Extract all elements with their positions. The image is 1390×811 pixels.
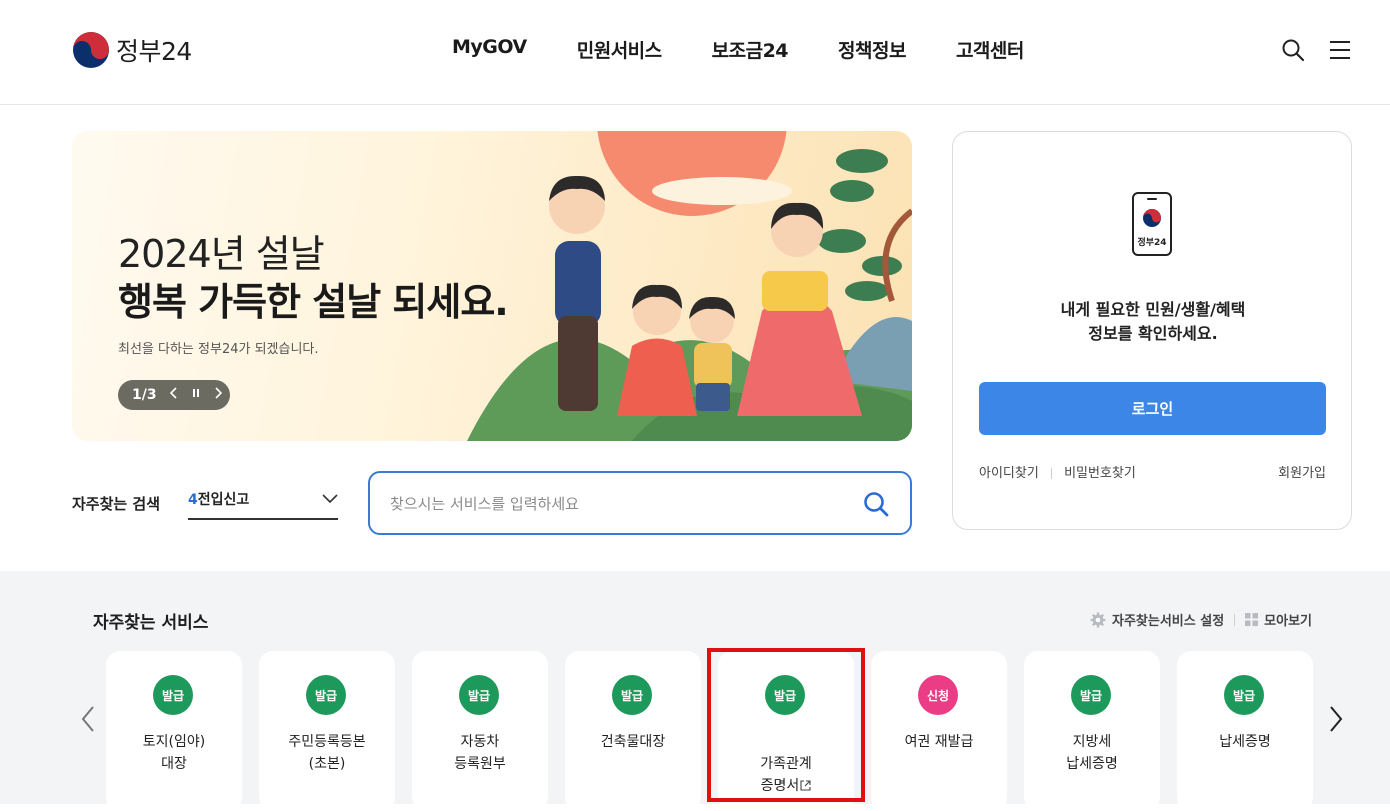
service-card-passport-reissue[interactable]: 신청 여권 재발급 [871, 651, 1007, 811]
login-card: 정부24 내게 필요한 민원/생활/혜택 정보를 확인하세요. 로그인 아이디찾… [952, 131, 1352, 530]
search-box [368, 471, 912, 535]
chevron-down-icon [322, 494, 338, 504]
frequent-search-label: 자주찾는 검색 [72, 495, 161, 513]
pause-icon[interactable] [191, 387, 201, 403]
nav-policy[interactable]: 정책정보 [838, 36, 906, 63]
banner-subtext: 최선을 다하는 정부24가 되겠습니다. [118, 342, 319, 357]
taegeuk-logo-icon [73, 32, 109, 68]
menu-icon[interactable] [1328, 38, 1352, 62]
apply-badge: 신청 [918, 675, 958, 715]
service-card-local-tax-certificate[interactable]: 발급 지방세 납세증명 [1024, 651, 1160, 811]
services-settings-button[interactable]: 자주찾는서비스 설정 [1090, 610, 1224, 629]
service-card-label: 건축물대장 [600, 734, 666, 750]
site-logo[interactable]: 정부24 [72, 31, 192, 69]
frequent-search-select[interactable]: 4전입신고 [188, 489, 338, 520]
taegeuk-small-icon [1143, 209, 1161, 227]
nav-mygov[interactable]: MyGOV [452, 36, 527, 63]
service-card-building-register[interactable]: 발급 건축물대장 [565, 651, 701, 811]
login-message-line1: 내게 필요한 민원/생활/혜택 [1060, 300, 1246, 319]
chevron-right-icon[interactable] [1328, 705, 1344, 733]
login-links: 아이디찾기 비밀번호찾기 회원가입 [979, 462, 1326, 481]
frequent-search-value: 전입신고 [197, 492, 250, 508]
pager-count: 1/3 [132, 387, 157, 403]
service-card-label: 주민등록등본 (초본) [288, 734, 366, 772]
phone-app-label: 정부24 [1137, 238, 1167, 248]
frequent-services: 자주찾는 서비스 자주찾는서비스 설정 모아보기 발급 토지(임야) 대장 발급… [0, 571, 1390, 811]
service-card-vehicle-register[interactable]: 발급 자동차 등록원부 [412, 651, 548, 811]
nav-civil-services[interactable]: 민원서비스 [577, 36, 662, 63]
service-card-label: 납세증명 [1219, 734, 1271, 750]
issue-badge: 발급 [1071, 675, 1111, 715]
login-button[interactable]: 로그인 [979, 382, 1326, 435]
service-card-label: 지방세 납세증명 [1066, 734, 1118, 772]
external-link-icon [800, 780, 811, 791]
search-input[interactable] [390, 491, 850, 517]
issue-badge: 발급 [765, 675, 805, 715]
frequent-search-rank: 4 [188, 492, 198, 508]
service-card-resident-register[interactable]: 발급 주민등록등본 (초본) [259, 651, 395, 811]
banner-heading: 2024년 설날 [118, 232, 325, 276]
find-password-link[interactable]: 비밀번호찾기 [1064, 466, 1136, 481]
logo-text: 정부24 [116, 37, 192, 66]
grid-icon [1245, 613, 1259, 626]
service-card-tax-certificate[interactable]: 발급 납세증명 [1177, 651, 1313, 811]
collect-view-button[interactable]: 모아보기 [1245, 610, 1312, 629]
nav-customer-center[interactable]: 고객센터 [956, 36, 1024, 63]
issue-badge: 발급 [306, 675, 346, 715]
signup-link[interactable]: 회원가입 [1278, 462, 1326, 481]
hero-banner[interactable]: 2024년 설날 행복 가득한 설날 되세요. 최선을 다하는 정부24가 되겠… [72, 131, 912, 441]
gear-icon [1090, 612, 1106, 627]
service-card-label: 자동차 등록원부 [454, 734, 506, 772]
services-settings-label: 자주찾는서비스 설정 [1111, 614, 1225, 629]
collect-view-label: 모아보기 [1264, 614, 1312, 629]
main-nav: MyGOV 민원서비스 보조금24 정책정보 고객센터 [452, 36, 1024, 63]
prev-slide-icon[interactable] [169, 387, 179, 403]
search-icon[interactable] [1281, 38, 1305, 62]
services-tools: 자주찾는서비스 설정 모아보기 [1090, 610, 1312, 629]
service-card-land-register[interactable]: 발급 토지(임야) 대장 [106, 651, 242, 811]
site-header: 정부24 MyGOV 민원서비스 보조금24 정책정보 고객센터 [0, 0, 1390, 105]
services-title: 자주찾는 서비스 [93, 613, 209, 633]
search-submit-icon[interactable] [862, 490, 890, 518]
next-slide-icon[interactable] [213, 387, 223, 403]
tool-divider [1234, 613, 1236, 626]
service-card-label: 토지(임야) 대장 [142, 734, 206, 772]
find-id-link[interactable]: 아이디찾기 [979, 466, 1039, 481]
service-card-label: 가족관계 증명서 [722, 731, 850, 797]
link-divider [1050, 468, 1052, 479]
issue-badge: 발급 [153, 675, 193, 715]
service-cards: 발급 토지(임야) 대장 발급 주민등록등본 (초본) 발급 자동차 등록원부 … [106, 651, 1313, 811]
service-card-family-certificate[interactable]: 발급 가족관계 증명서 [718, 651, 854, 811]
chevron-left-icon[interactable] [80, 705, 96, 733]
nav-subsidy[interactable]: 보조금24 [712, 36, 789, 63]
banner-headline: 행복 가득한 설날 되세요. [118, 280, 509, 324]
banner-pager: 1/3 [118, 380, 230, 410]
issue-badge: 발급 [612, 675, 652, 715]
login-message-line2: 정보를 확인하세요. [1088, 324, 1218, 343]
service-card-label: 여권 재발급 [904, 734, 974, 750]
issue-badge: 발급 [459, 675, 499, 715]
phone-app-icon: 정부24 [1132, 192, 1172, 256]
issue-badge: 발급 [1224, 675, 1264, 715]
